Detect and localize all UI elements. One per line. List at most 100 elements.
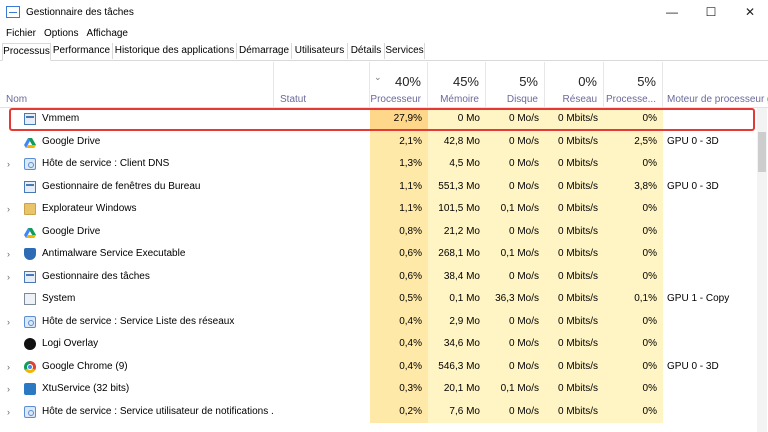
- gear-icon: [24, 405, 36, 418]
- cell-gpu: 0%: [604, 220, 663, 243]
- column-header: Nom Statut ⌄ 40% Processeur 45% Mémoire …: [0, 62, 768, 108]
- cell-gpu: 0%: [604, 310, 663, 333]
- cell-cpu: 0,2%: [370, 400, 428, 423]
- column-memory[interactable]: 45% Mémoire: [428, 62, 486, 107]
- tab-processus[interactable]: Processus: [2, 43, 51, 61]
- column-name-label: Nom: [6, 94, 28, 105]
- column-disk-label: Disque: [506, 94, 538, 105]
- tab-performance[interactable]: Performance: [51, 43, 113, 59]
- expand-chevron-icon[interactable]: ›: [7, 266, 10, 289]
- process-name: Gestionnaire de fenêtres du Bureau: [42, 180, 201, 192]
- process-name: System: [42, 293, 76, 304]
- cell-cpu: 0,8%: [370, 220, 428, 243]
- process-name: Google Chrome (9): [42, 360, 128, 372]
- tab-strip: Processus Performance Historique des app…: [0, 43, 768, 61]
- tab-details[interactable]: Détails: [348, 43, 385, 59]
- cell-gpu-engine: GPU 0 - 3D: [667, 135, 719, 147]
- cell-cpu: 1,1%: [370, 175, 428, 198]
- logi-icon: [24, 338, 36, 350]
- cell-memory: 4,5 Mo: [428, 153, 486, 176]
- table-row[interactable]: Logi Overlay 0,4% 34,6 Mo 0 Mo/s 0 Mbits/s 0%: [0, 333, 768, 356]
- chrome-icon: [24, 360, 36, 373]
- table-row[interactable]: Google Drive 2,1% 42,8 Mo 0 Mo/s 0 Mbits/s 2,…: [0, 130, 768, 153]
- table-row[interactable]: Gestionnaire de fenêtres du Bureau 1,1% 55…: [0, 175, 768, 198]
- close-button[interactable]: ✕: [734, 0, 766, 24]
- table-row[interactable]: › Hôte de service : Client DNS 1,3% 4,5 Mo 0…: [0, 153, 768, 176]
- tab-demarrage[interactable]: Démarrage: [237, 43, 292, 59]
- cell-cpu: 2,1%: [370, 130, 428, 153]
- cell-memory: 0,1 Mo: [428, 288, 486, 311]
- column-gpu-label: Processe...: [605, 94, 656, 105]
- expand-chevron-icon[interactable]: ›: [7, 243, 10, 266]
- process-name: Explorateur Windows: [42, 203, 137, 214]
- minimize-button[interactable]: —: [656, 0, 688, 24]
- cell-network: 0 Mbits/s: [545, 288, 604, 311]
- expand-chevron-icon[interactable]: ›: [7, 153, 10, 176]
- cell-gpu: 0%: [604, 265, 663, 288]
- process-name: Logi Overlay: [42, 338, 99, 349]
- process-name-cell: System: [0, 288, 274, 311]
- table-row[interactable]: › Antimalware Service Executable 0,6% 268,1…: [0, 243, 768, 266]
- tab-services[interactable]: Services: [385, 43, 425, 59]
- table-row[interactable]: Google Drive 0,8% 21,2 Mo 0 Mo/s 0 Mbits/s 0%: [0, 220, 768, 243]
- drive-icon: [24, 136, 36, 148]
- cell-network: 0 Mbits/s: [545, 243, 604, 266]
- cell-disk: 0 Mo/s: [486, 355, 545, 378]
- table-row[interactable]: › Hôte de service : Service Liste des rés…: [0, 310, 768, 334]
- exe-icon: [24, 180, 36, 193]
- cell-memory: 38,4 Mo: [428, 265, 486, 288]
- sort-chevron-icon: ⌄: [374, 72, 382, 82]
- cell-cpu: 0,5%: [370, 288, 428, 311]
- column-network[interactable]: 0% Réseau: [545, 62, 604, 107]
- vertical-scrollbar[interactable]: [757, 108, 767, 432]
- folder-icon: [24, 203, 36, 215]
- expand-chevron-icon[interactable]: ›: [7, 311, 10, 334]
- expand-chevron-icon[interactable]: ›: [7, 198, 10, 221]
- cell-disk: 0 Mo/s: [486, 153, 545, 176]
- cell-memory: 546,3 Mo: [428, 355, 486, 378]
- cell-disk: 0 Mo/s: [486, 265, 545, 288]
- cell-cpu: 1,1%: [370, 198, 428, 221]
- cell-network: 0 Mbits/s: [545, 153, 604, 176]
- column-disk[interactable]: 5% Disque: [486, 62, 545, 107]
- column-name[interactable]: Nom: [0, 62, 274, 107]
- cell-memory: 42,8 Mo: [428, 130, 486, 153]
- column-cpu-pct: 40%: [394, 74, 421, 89]
- expand-chevron-icon[interactable]: ›: [7, 378, 10, 401]
- cell-gpu: 0%: [604, 400, 663, 423]
- title-bar: Gestionnaire des tâches: [0, 0, 768, 24]
- column-gpu-engine[interactable]: Moteur de processeur g: [663, 62, 768, 107]
- cell-gpu: 0%: [604, 355, 663, 378]
- menu-options[interactable]: Options: [44, 28, 78, 39]
- table-row[interactable]: › Gestionnaire des tâches 0,6% 38,4 Mo 0 Mo/…: [0, 265, 768, 289]
- scrollbar-thumb[interactable]: [758, 132, 766, 172]
- table-row[interactable]: › XtuService (32 bits) 0,3% 20,1 Mo 0,1 Mo/s…: [0, 378, 768, 401]
- process-name-cell: › Gestionnaire des tâches: [0, 266, 274, 289]
- process-name: Hôte de service : Service Liste des rése…: [42, 315, 235, 327]
- expand-chevron-icon[interactable]: ›: [7, 401, 10, 424]
- process-name: Google Drive: [42, 225, 101, 237]
- cell-gpu: 0%: [604, 198, 663, 221]
- cell-cpu: 0,6%: [370, 243, 428, 266]
- tab-utilisateurs[interactable]: Utilisateurs: [292, 43, 348, 59]
- expand-chevron-icon[interactable]: ›: [7, 356, 10, 379]
- cell-disk: 36,3 Mo/s: [486, 288, 545, 311]
- process-name: Google Drive: [42, 135, 101, 147]
- table-row[interactable]: › Google Chrome (9) 0,4% 546,3 Mo 0 Mo/s 0 Mb…: [0, 355, 768, 379]
- cell-disk: 0 Mo/s: [486, 310, 545, 333]
- window-title: Gestionnaire des tâches: [26, 6, 134, 18]
- column-cpu[interactable]: ⌄ 40% Processeur: [370, 62, 428, 107]
- table-row[interactable]: System 0,5% 0,1 Mo 36,3 Mo/s 0 Mbits/s 0,1% GP…: [0, 288, 768, 311]
- table-row[interactable]: › Hôte de service : Service utilisateur d…: [0, 400, 768, 424]
- cell-disk: 0,1 Mo/s: [486, 198, 545, 221]
- table-row[interactable]: › Explorateur Windows 1,1% 101,5 Mo 0,1 Mo/s…: [0, 198, 768, 221]
- column-status[interactable]: Statut: [274, 62, 370, 107]
- cell-memory: 101,5 Mo: [428, 198, 486, 221]
- cell-network: 0 Mbits/s: [545, 265, 604, 288]
- column-gpu[interactable]: 5% Processe...: [604, 62, 663, 107]
- menu-affichage[interactable]: Affichage: [86, 28, 128, 39]
- menu-fichier[interactable]: Fichier: [6, 28, 36, 39]
- cell-disk: 0 Mo/s: [486, 220, 545, 243]
- tab-historique[interactable]: Historique des applications: [113, 43, 237, 59]
- maximize-button[interactable]: ☐: [695, 0, 727, 24]
